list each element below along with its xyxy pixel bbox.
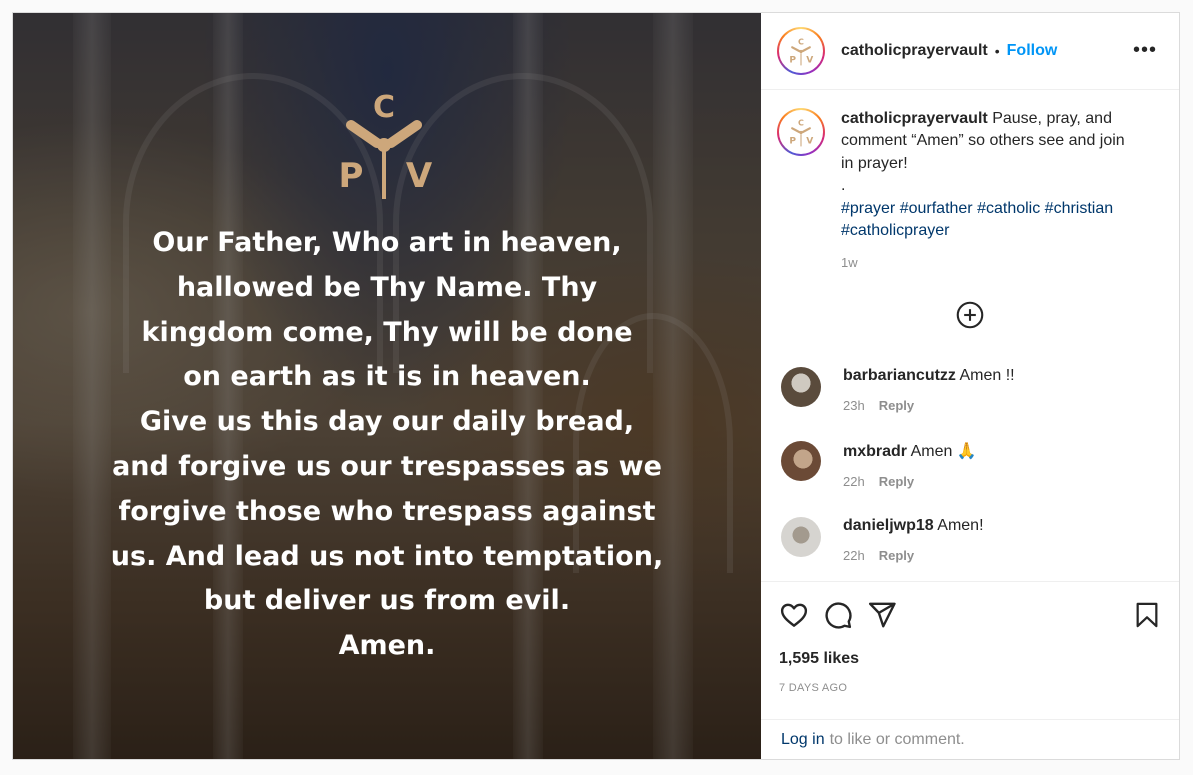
load-more-comments[interactable] (777, 301, 1163, 329)
prayer-line: hallowed be Thy Name. Thy (176, 271, 598, 303)
bookmark-icon (1136, 602, 1158, 628)
caption-logo-icon: C P V (789, 119, 813, 147)
prayer-line: Amen. (338, 630, 436, 662)
comment-time: 23h (843, 397, 865, 413)
author-avatar[interactable]: C P V (777, 27, 825, 75)
prayer-line: Our Father, Who art in heaven, (152, 227, 622, 258)
caption-hashtags[interactable]: #prayer #ourfather #catholic #christian … (841, 198, 1141, 243)
comment-username[interactable]: mxbradr (843, 443, 907, 460)
comment-text: Amen !! (959, 366, 1015, 384)
commenter-avatar[interactable] (781, 440, 821, 481)
comments-section[interactable]: C P V catholicprayervault Pause, pray, a… (761, 90, 1179, 581)
commenter-avatar[interactable] (781, 366, 821, 407)
post-timestamp[interactable]: 7 DAYS AGO (779, 682, 1161, 694)
svg-text:V: V (806, 56, 813, 66)
comment-item: mxbradr Amen 🙏 22h Reply (777, 440, 1163, 489)
caption-avatar[interactable]: C P V (777, 108, 825, 156)
post-actions: 1,595 likes 7 DAYS AGO (761, 581, 1179, 719)
commenter-avatar[interactable] (781, 516, 821, 557)
caption-time[interactable]: 1w (841, 252, 1141, 274)
comment-username[interactable]: barbariancutzz (843, 367, 956, 384)
add-comment-icon[interactable] (956, 301, 984, 329)
login-prompt: Log in to like or comment. (761, 719, 1179, 759)
save-button[interactable] (1133, 601, 1161, 629)
prayer-line: on earth as it is in heaven. (183, 361, 591, 393)
logo-letter-c: C (373, 90, 395, 125)
author-logo-icon: C P V (789, 38, 813, 66)
post-image[interactable]: C P V Our Father, Who art in heaven, hal… (13, 13, 761, 759)
follow-button[interactable]: Follow (1007, 42, 1058, 60)
post-sidebar: C P V catholicprayervault • Follow ••• C… (761, 13, 1179, 759)
more-icon[interactable]: ••• (1133, 39, 1157, 62)
prayer-line: but deliver us from evil. (203, 585, 571, 617)
svg-text:C: C (798, 119, 804, 128)
comment-time: 22h (843, 547, 865, 563)
prayer-vault-logo: C P V (339, 90, 433, 199)
caption-separator: . (841, 177, 846, 195)
post-header: C P V catholicprayervault • Follow ••• (761, 13, 1179, 90)
prayer-line: and forgive us our trespasses as we (112, 450, 662, 482)
logo-letter-p: P (339, 156, 364, 196)
svg-text:P: P (789, 137, 796, 147)
svg-text:P: P (789, 56, 796, 66)
login-prompt-text: to like or comment. (829, 730, 965, 748)
comment-button[interactable] (823, 600, 853, 630)
comment-username[interactable]: danieljwp18 (843, 517, 934, 534)
comment-item: danieljwp18 Amen! 22h Reply (777, 516, 1163, 563)
post-caption: C P V catholicprayervault Pause, pray, a… (777, 108, 1163, 275)
separator-dot: • (994, 43, 1000, 59)
comment-time: 22h (843, 473, 865, 489)
comment-text: Amen! (937, 516, 984, 534)
svg-text:V: V (806, 137, 813, 147)
share-icon (868, 602, 896, 628)
post-dialog: C P V Our Father, Who art in heaven, hal… (12, 12, 1180, 760)
heart-icon (780, 603, 808, 627)
reply-button[interactable]: Reply (879, 398, 914, 413)
prayer-line: us. And lead us not into temptation, (110, 540, 664, 572)
prayer-line: kingdom come, Thy will be done (141, 316, 633, 348)
svg-text:C: C (798, 38, 804, 47)
comment-item: barbariancutzz Amen !! 23h Reply (777, 366, 1163, 413)
prayer-line: forgive those who trespass against (118, 495, 656, 527)
author-username[interactable]: catholicprayervault (841, 42, 988, 60)
likes-count[interactable]: 1,595 likes (779, 650, 1161, 668)
prayer-text: Our Father, Who art in heaven, hallowed … (53, 221, 721, 669)
caption-body: catholicprayervault Pause, pray, and com… (841, 108, 1141, 275)
share-button[interactable] (867, 600, 897, 630)
reply-button[interactable]: Reply (879, 474, 914, 489)
prayer-line: Give us this day our daily bread, (139, 406, 635, 438)
comment-icon (825, 602, 852, 629)
like-button[interactable] (779, 600, 809, 630)
login-link[interactable]: Log in (781, 731, 825, 749)
reply-button[interactable]: Reply (879, 548, 914, 563)
caption-username[interactable]: catholicprayervault (841, 110, 988, 127)
logo-letter-v: V (406, 156, 433, 196)
comment-text: Amen 🙏 (910, 442, 977, 460)
